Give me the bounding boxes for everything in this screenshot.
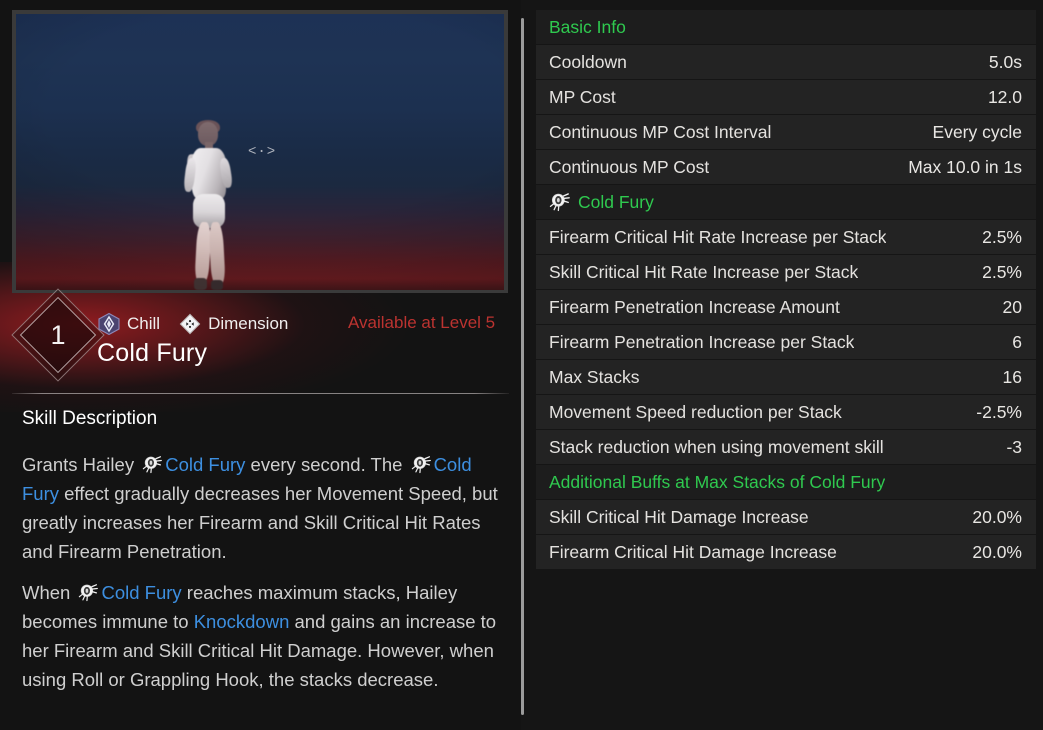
chill-icon	[97, 312, 121, 336]
stat-value: Max 10.0 in 1s	[908, 156, 1022, 177]
stat-value: -2.5%	[976, 401, 1022, 422]
stat-label: Firearm Critical Hit Damage Increase	[549, 541, 837, 562]
stat-row: Firearm Critical Hit Rate Increase per S…	[536, 220, 1036, 254]
stat-value: -3	[1006, 436, 1022, 457]
stat-row: Skill Critical Hit Rate Increase per Sta…	[536, 255, 1036, 289]
cold-fury-icon	[142, 454, 163, 475]
stat-section-label: Basic Info	[549, 16, 626, 37]
stat-section-text: Cold Fury	[578, 191, 654, 212]
stat-value: 2.5%	[982, 226, 1022, 247]
stat-label: Skill Critical Hit Damage Increase	[549, 506, 809, 527]
skill-name: Cold Fury	[97, 339, 208, 367]
stat-row: Continuous MP Cost Interval Every cycle	[536, 115, 1036, 149]
skill-tags: Chill Dimension	[97, 312, 299, 336]
stat-label: Firearm Critical Hit Rate Increase per S…	[549, 226, 887, 247]
cold-fury-icon	[411, 454, 432, 475]
stat-label: Max Stacks	[549, 366, 640, 387]
skill-tag-chill-label: Chill	[127, 314, 161, 333]
description-keyword[interactable]: Knockdown	[194, 611, 290, 632]
stat-row: Max Stacks 16	[536, 360, 1036, 394]
skill-description-body: Grants Hailey Cold Fury every second. Th…	[22, 450, 500, 706]
stat-label: Stack reduction when using movement skil…	[549, 436, 884, 457]
stat-label: Movement Speed reduction per Stack	[549, 401, 842, 422]
stat-row: Firearm Penetration Increase per Stack 6	[536, 325, 1036, 359]
panel-scrollbar[interactable]	[521, 18, 524, 715]
skill-tag-dimension[interactable]: Dimension	[178, 312, 288, 336]
skill-description-heading: Skill Description	[22, 408, 158, 429]
dimension-icon	[178, 312, 202, 336]
preview-viewport: <·>	[16, 14, 504, 290]
cold-fury-icon	[78, 582, 99, 603]
skill-level-badge: 1	[11, 288, 105, 382]
stat-section-header: Basic Info	[536, 10, 1036, 44]
description-text: every second. The	[245, 454, 408, 475]
skill-header: 1 Chill Dimension Available at Level 5 C…	[0, 288, 521, 390]
stat-value: 20	[1002, 296, 1022, 317]
description-paragraph: When Cold Fury reaches maximum stacks, H…	[22, 578, 500, 694]
section-divider	[12, 393, 509, 394]
stat-label: Cooldown	[549, 51, 627, 72]
stat-value: 6	[1012, 331, 1022, 352]
description-keyword[interactable]: Cold Fury	[101, 582, 181, 603]
availability-label: Available at Level 5	[348, 313, 496, 332]
stat-section-label: Cold Fury	[549, 191, 654, 213]
description-text: When	[22, 582, 76, 603]
stat-value: 16	[1002, 366, 1022, 387]
stat-row: Movement Speed reduction per Stack -2.5%	[536, 395, 1036, 429]
stat-label: Continuous MP Cost Interval	[549, 121, 772, 142]
stat-value: 20.0%	[972, 541, 1022, 562]
skill-tag-dimension-label: Dimension	[208, 314, 289, 333]
stat-value: 5.0s	[988, 51, 1022, 72]
preview-vignette	[16, 14, 504, 290]
description-text: Grants Hailey	[22, 454, 140, 475]
stat-row: MP Cost 12.0	[536, 80, 1036, 114]
description-text: effect gradually decreases her Movement …	[22, 483, 498, 562]
stat-row: Stack reduction when using movement skil…	[536, 430, 1036, 464]
stat-section-header: Additional Buffs at Max Stacks of Cold F…	[536, 465, 1036, 499]
cold-fury-icon	[549, 191, 571, 213]
stat-label: Continuous MP Cost	[549, 156, 710, 177]
stat-section-label: Additional Buffs at Max Stacks of Cold F…	[549, 471, 886, 492]
skill-preview-video[interactable]: <·>	[12, 10, 508, 293]
stat-label: Firearm Penetration Increase per Stack	[549, 331, 855, 352]
description-keyword[interactable]: Cold Fury	[165, 454, 245, 475]
stat-value: 12.0	[987, 86, 1022, 107]
stat-value: Every cycle	[932, 121, 1022, 142]
skill-detail-screen: <·> 1	[0, 0, 1043, 730]
skill-level-number: 1	[50, 319, 66, 350]
stat-row: Continuous MP Cost Max 10.0 in 1s	[536, 150, 1036, 184]
stat-value: 20.0%	[972, 506, 1022, 527]
stat-label: MP Cost	[549, 86, 616, 107]
left-panel: <·> 1	[0, 0, 521, 730]
skill-tag-chill[interactable]: Chill	[97, 312, 160, 336]
stat-value: 2.5%	[982, 261, 1022, 282]
stat-row: Skill Critical Hit Damage Increase 20.0%	[536, 500, 1036, 534]
description-paragraph: Grants Hailey Cold Fury every second. Th…	[22, 450, 500, 566]
stat-section-header: Cold Fury	[536, 185, 1036, 219]
stat-label: Firearm Penetration Increase Amount	[549, 296, 840, 317]
stat-row: Firearm Penetration Increase Amount 20	[536, 290, 1036, 324]
stat-row: Cooldown 5.0s	[536, 45, 1036, 79]
stat-row: Firearm Critical Hit Damage Increase 20.0…	[536, 535, 1036, 569]
skill-stats-panel: Basic Info Cooldown 5.0s MP Cost 12.0 Continu…	[536, 10, 1036, 722]
stat-label: Skill Critical Hit Rate Increase per Sta…	[549, 261, 859, 282]
